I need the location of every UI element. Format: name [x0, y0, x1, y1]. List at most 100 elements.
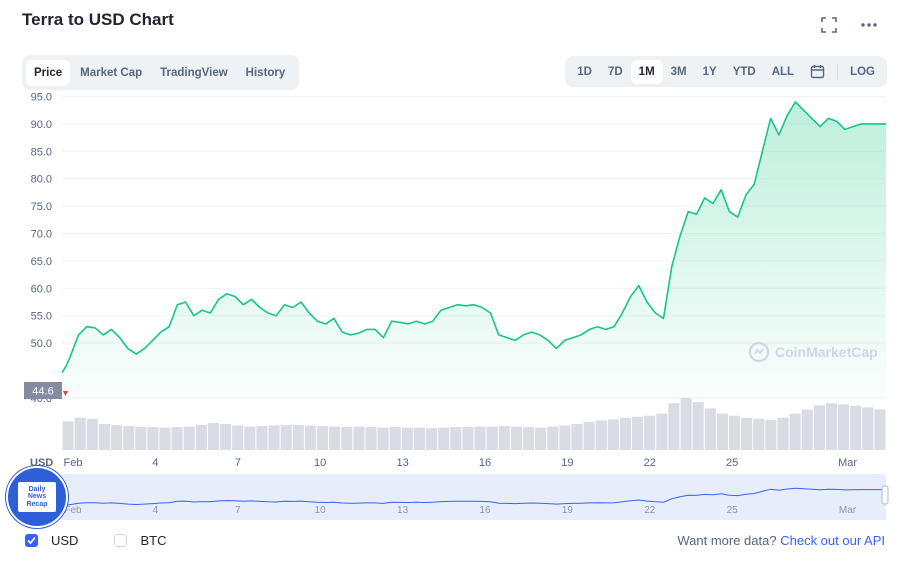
volume-bar: [777, 417, 789, 450]
volume-bar: [401, 427, 413, 450]
volume-bar: [522, 427, 535, 450]
volume-bar: [728, 415, 741, 450]
volume-bar: [159, 427, 171, 450]
watermark-text: CoinMarketCap: [775, 344, 878, 360]
range-1d[interactable]: 1D: [569, 60, 600, 84]
volume-bar: [413, 427, 426, 450]
volume-bar: [195, 425, 207, 450]
volume-bar: [244, 426, 256, 450]
volume-bar: [644, 415, 656, 450]
volume-bar: [98, 424, 110, 450]
price-marker-text: 44.6: [32, 386, 53, 398]
y-tick-label: 60.0: [31, 283, 52, 295]
navigator-tick-label: 13: [397, 505, 409, 516]
x-tick-label: 19: [561, 457, 573, 469]
volume-bar: [220, 424, 232, 450]
y-tick-label: 80.0: [31, 174, 52, 186]
volume-bar: [329, 426, 341, 450]
volume-bar: [365, 427, 377, 450]
volume-bar: [462, 427, 474, 450]
volume-bar: [389, 427, 401, 450]
x-tick-label: Feb: [64, 457, 83, 469]
volume-bar: [583, 421, 595, 450]
btc-checkbox[interactable]: [114, 534, 128, 547]
range-navigator: Feb 4 7 10 13 16 19 22 25 Mar: [61, 474, 889, 520]
x-tick-label: 13: [396, 457, 408, 469]
volume-bar: [571, 424, 583, 450]
usd-checkbox[interactable]: [25, 534, 38, 547]
badge-line-3: Recap: [26, 500, 48, 508]
volume-bar: [559, 425, 571, 450]
usd-label: USD: [51, 533, 79, 548]
volume-bar: [789, 413, 801, 450]
volume-bar: [862, 407, 874, 450]
x-axis: Feb 4 7 10 13 16 19 22 25 Mar: [64, 457, 858, 469]
range-all[interactable]: ALL: [764, 60, 802, 84]
range-7d[interactable]: 7D: [600, 60, 631, 84]
volume-bar: [850, 405, 862, 450]
x-tick-label: 22: [644, 457, 656, 469]
volume-bar: [316, 426, 329, 450]
volume-bar: [123, 426, 135, 450]
volume-bar: [813, 405, 825, 450]
volume-bar: [595, 420, 607, 450]
time-range-selector: 1D 7D 1M 3M 1Y YTD ALL LOG: [565, 56, 887, 87]
y-tick-label: 70.0: [31, 229, 52, 241]
daily-news-recap-badge[interactable]: Daily News Recap: [6, 466, 68, 528]
volume-bar: [547, 426, 559, 450]
tab-market-cap[interactable]: Market Cap: [72, 60, 150, 86]
api-promo-text: Want more data?: [677, 533, 777, 548]
volume-bar: [171, 427, 183, 450]
volume-bar: [498, 426, 510, 450]
volume-bar: [232, 425, 244, 450]
calendar-icon[interactable]: [802, 60, 833, 83]
more-icon[interactable]: [858, 14, 880, 36]
navigator-tick-label: 25: [727, 505, 739, 516]
range-ytd[interactable]: YTD: [725, 60, 764, 84]
volume-bars: [62, 398, 886, 450]
volume-bar: [607, 419, 619, 450]
volume-bar: [486, 426, 498, 450]
y-tick-label: 90.0: [31, 119, 52, 131]
x-tick-label: 4: [152, 457, 158, 469]
y-tick-label: 55.0: [31, 311, 52, 323]
badge-line-1: Daily: [28, 485, 46, 493]
check-icon: [27, 536, 36, 545]
volume-bar: [438, 427, 450, 450]
x-tick-label: Mar: [838, 457, 857, 469]
volume-bar: [510, 426, 522, 450]
volume-bar: [668, 403, 680, 450]
api-link[interactable]: Check out our API: [780, 533, 885, 548]
volume-bar: [280, 425, 292, 450]
volume-bar: [656, 413, 668, 450]
range-1m[interactable]: 1M: [630, 59, 663, 84]
start-triangle-icon: [63, 391, 68, 396]
volume-bar: [716, 413, 728, 450]
volume-bar: [183, 426, 195, 450]
range-3m[interactable]: 3M: [663, 60, 695, 84]
navigator-tick-label: Feb: [64, 505, 82, 516]
y-tick-label: 50.0: [31, 338, 52, 350]
x-tick-label: 16: [479, 457, 491, 469]
y-tick-label: 40.0: [31, 393, 52, 405]
tab-history[interactable]: History: [238, 60, 294, 86]
tab-tradingview[interactable]: TradingView: [152, 60, 236, 86]
tab-price[interactable]: Price: [26, 59, 71, 86]
volume-bar: [341, 427, 353, 450]
volume-bar: [753, 418, 765, 450]
navigator-ticks: Feb 4 7 10 13 16 19 22 25 Mar: [64, 505, 856, 516]
log-toggle[interactable]: LOG: [842, 60, 883, 84]
navigator-tick-label: 10: [315, 505, 327, 516]
navigator-tick-label: 16: [479, 505, 491, 516]
volume-bar: [135, 427, 147, 450]
fullscreen-icon[interactable]: [818, 14, 840, 36]
volume-bar: [704, 408, 716, 450]
volume-bar: [74, 417, 86, 450]
volume-bar: [765, 419, 777, 450]
volume-bar: [801, 409, 813, 450]
header-actions: [818, 14, 880, 36]
range-1y[interactable]: 1Y: [695, 60, 725, 84]
navigator-tick-label: 7: [235, 505, 241, 516]
badge-logo: Daily News Recap: [18, 482, 56, 512]
api-promo: Want more data? Check out our API: [677, 533, 885, 548]
